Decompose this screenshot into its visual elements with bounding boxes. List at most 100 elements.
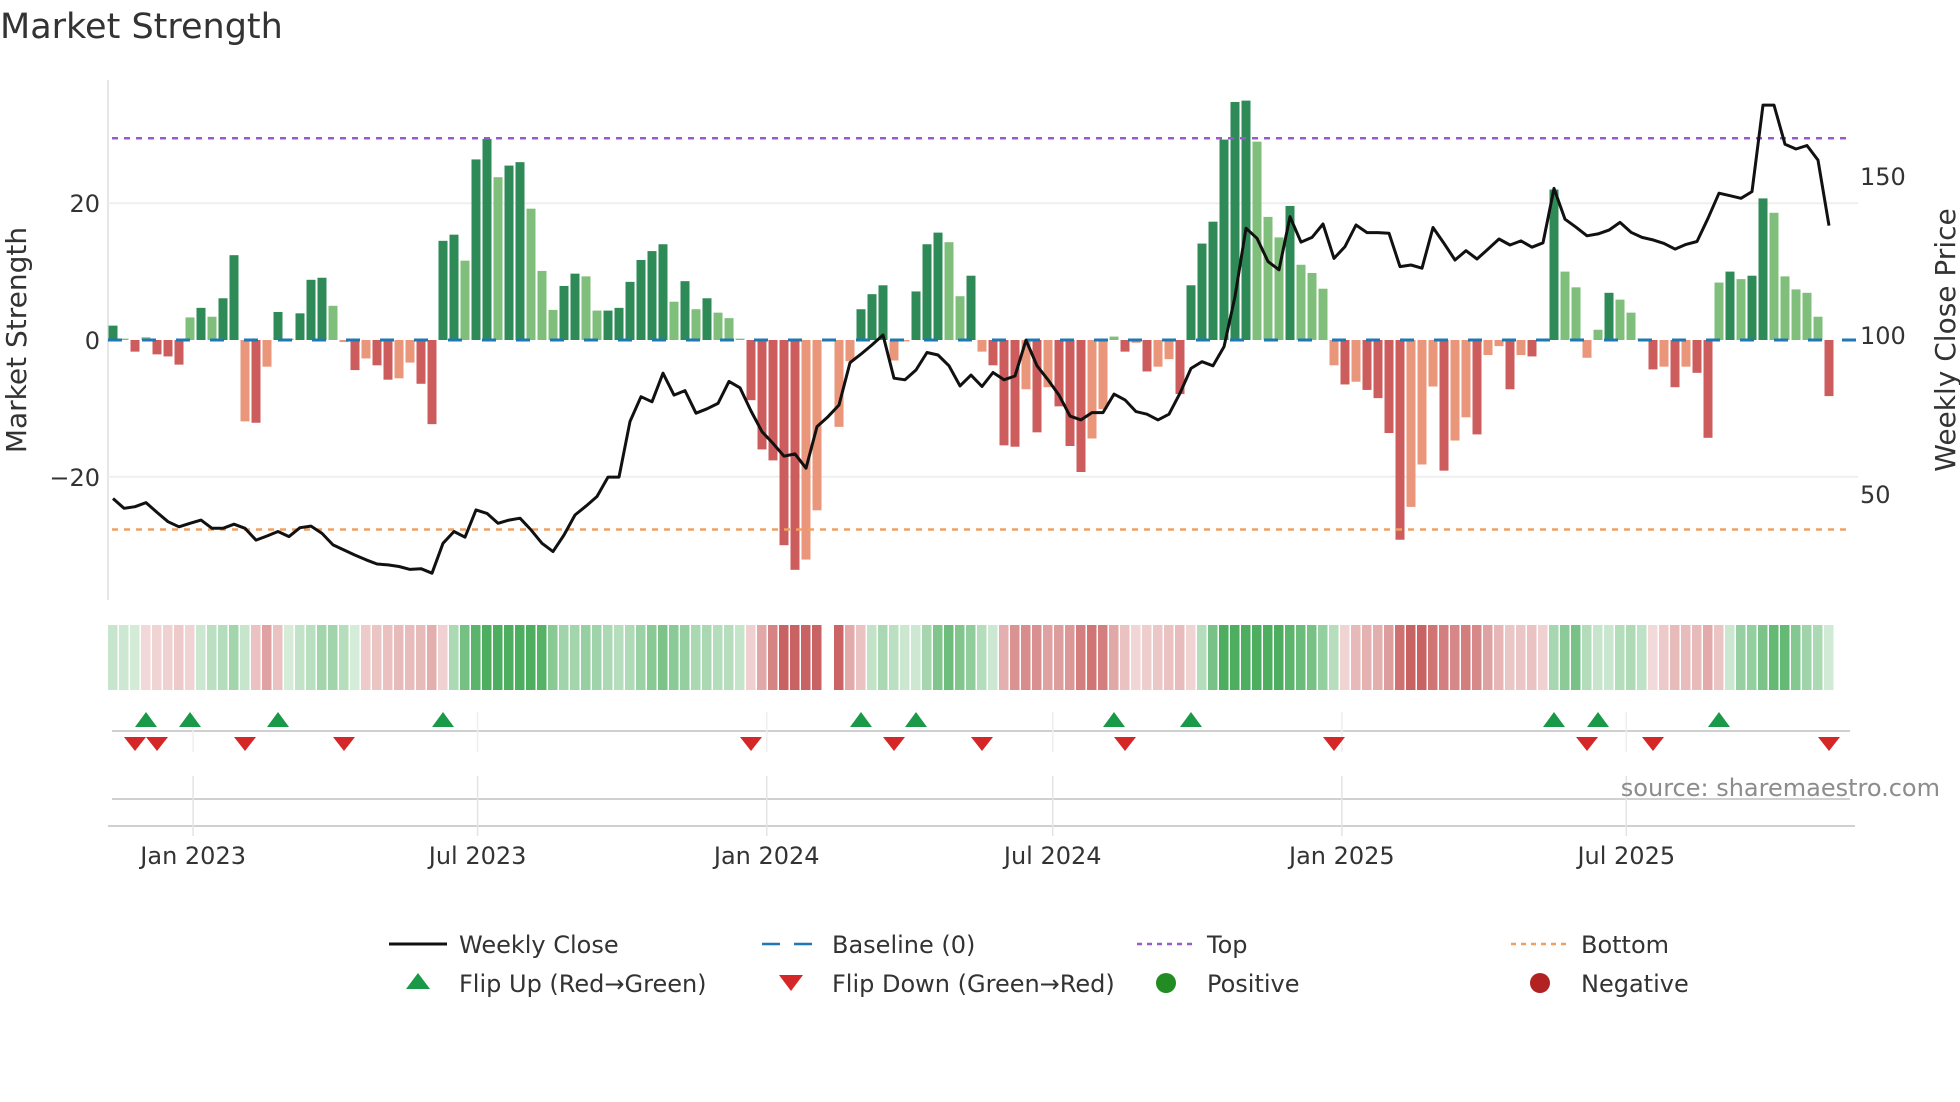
strength-bar: [515, 162, 525, 340]
strength-bar: [691, 309, 701, 340]
strip-cell: [1010, 625, 1020, 690]
strength-bar: [966, 275, 976, 340]
strip-cell: [1571, 625, 1581, 690]
y-tick-label: 0: [85, 327, 100, 355]
strength-bar: [1813, 316, 1823, 340]
x-tick-label: Jan 2023: [138, 842, 246, 870]
strength-bar: [988, 340, 998, 366]
legend-item-bottom: Bottom: [1511, 931, 1669, 959]
strip-cell: [438, 625, 448, 690]
strip-cell: [1813, 625, 1823, 690]
strip-cell: [922, 625, 932, 690]
strip-cell: [1153, 625, 1163, 690]
strip-cell: [1538, 625, 1548, 690]
strength-bar: [1681, 340, 1691, 367]
flip-down-marker: [1642, 737, 1664, 751]
strip-cell: [1307, 625, 1317, 690]
strip-cell: [1175, 625, 1185, 690]
flip-up-marker: [1708, 712, 1730, 727]
strength-bar: [746, 340, 756, 401]
legend-item-flip_up: Flip Up (Red→Green): [406, 970, 707, 998]
strength-bar: [1307, 272, 1317, 340]
legend-label: Flip Up (Red→Green): [459, 970, 707, 998]
strip-cell: [1065, 625, 1075, 690]
strength-bar: [1802, 292, 1812, 340]
strength-bar: [1450, 340, 1460, 441]
strip-cell: [1296, 625, 1306, 690]
flip-up-marker: [1543, 712, 1565, 727]
strip-cell: [933, 625, 943, 690]
legend-label: Positive: [1207, 970, 1300, 998]
strip-cell: [724, 625, 734, 690]
strip-cell: [537, 625, 547, 690]
strength-bar: [867, 294, 877, 340]
strength-bar: [405, 340, 415, 363]
strength-bar: [658, 244, 668, 340]
strength-bar: [845, 340, 855, 362]
strength-bar: [317, 277, 327, 340]
strip-cell: [317, 625, 327, 690]
legend-label: Bottom: [1581, 931, 1669, 959]
strip-cell: [1032, 625, 1042, 690]
strength-bar: [460, 260, 470, 340]
strength-bar: [1076, 340, 1086, 473]
strength-bar: [383, 340, 393, 380]
strength-bar: [614, 307, 624, 340]
strength-bar: [1032, 340, 1042, 433]
flip-up-marker: [135, 712, 157, 727]
strip-cell: [1516, 625, 1526, 690]
y-axis-label: Market Strength: [0, 227, 33, 453]
strip-cell: [812, 625, 822, 690]
strip-cell: [944, 625, 954, 690]
triangle-up-icon: [406, 973, 430, 989]
strip-cell: [757, 625, 767, 690]
strip-cell: [1329, 625, 1339, 690]
strength-bar: [229, 255, 239, 340]
strip-cell: [251, 625, 261, 690]
strip-cell: [702, 625, 712, 690]
strip-cell: [559, 625, 569, 690]
strip-cell: [658, 625, 668, 690]
strength-bar: [1648, 340, 1658, 370]
strip-cell: [1263, 625, 1273, 690]
strip-cell: [1505, 625, 1515, 690]
strip-cell: [878, 625, 888, 690]
strip-cell: [141, 625, 151, 690]
flip-down-marker: [1818, 737, 1840, 751]
strength-bar: [1384, 340, 1394, 434]
strip-cell: [1604, 625, 1614, 690]
legend-label: Flip Down (Green→Red): [832, 970, 1115, 998]
strength-bar: [1692, 340, 1702, 373]
strip-cell: [746, 625, 756, 690]
strip-cell: [636, 625, 646, 690]
strip-cell: [614, 625, 624, 690]
strip-cell: [262, 625, 272, 690]
strength-bar: [856, 309, 866, 340]
strength-bar: [1747, 275, 1757, 340]
strip-cell: [1791, 625, 1801, 690]
strip-cell: [592, 625, 602, 690]
strip-cell: [460, 625, 470, 690]
strength-bar: [1142, 340, 1152, 372]
strength-bar: [570, 273, 580, 340]
strip-cell: [768, 625, 778, 690]
flip-down-marker: [740, 737, 762, 751]
strength-bar: [911, 291, 921, 340]
strip-cell: [1197, 625, 1207, 690]
strength-bar: [1703, 340, 1713, 438]
y2-axis-label: Weekly Close Price: [1929, 208, 1960, 471]
strength-bar: [724, 318, 734, 340]
strength-bar: [1340, 340, 1350, 385]
strength-bar: [1197, 243, 1207, 340]
strip-cell: [966, 625, 976, 690]
strip-cell: [1142, 625, 1152, 690]
axis-ticks: 20 0 −20 150 100 50 Jan 2023 Jul 2023 Jan 2024 Ju…: [49, 163, 1905, 870]
strength-bar: [878, 285, 888, 340]
strip-cell: [988, 625, 998, 690]
strip-cell: [1395, 625, 1405, 690]
flip-down-marker: [234, 737, 256, 751]
strip-cell: [1703, 625, 1713, 690]
strength-bar: [1483, 340, 1493, 356]
strength-bar: [1791, 289, 1801, 340]
strip-cell: [790, 625, 800, 690]
